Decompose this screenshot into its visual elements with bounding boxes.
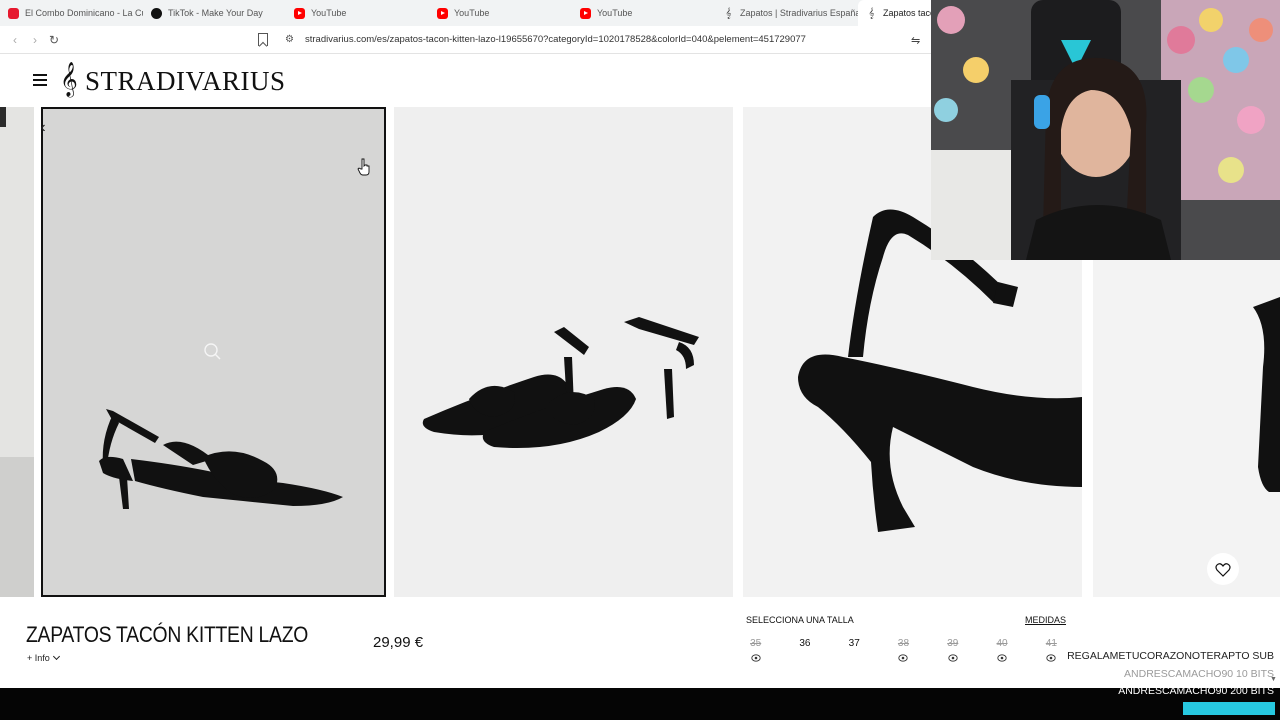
reload-icon[interactable]: ↻ <box>46 32 62 48</box>
size-option[interactable]: 37 <box>830 638 879 662</box>
extension-icon[interactable]: ⇋ <box>911 34 920 47</box>
youtube-icon <box>294 7 305 19</box>
tab-label: TikTok - Make Your Day <box>168 8 263 18</box>
size-number: 41 <box>1045 638 1057 649</box>
size-number: 35 <box>750 638 762 649</box>
browser-tab[interactable]: El Combo Dominicano - La Cu <box>0 0 143 26</box>
tab-label: YouTube <box>597 8 633 18</box>
more-info-toggle[interactable]: + Info <box>27 652 60 663</box>
notify-me-icon[interactable] <box>948 654 958 662</box>
browser-tab[interactable]: YouTube <box>429 0 572 26</box>
webcam-feed-image <box>931 0 1280 260</box>
stradivarius-icon <box>723 8 734 19</box>
browser-tab[interactable]: YouTube <box>572 0 715 26</box>
youtube-icon <box>580 7 591 19</box>
forward-arrow-icon[interactable]: › <box>27 32 43 48</box>
hamburger-menu-icon[interactable] <box>33 74 47 86</box>
size-number: 36 <box>799 638 811 649</box>
notify-me-icon[interactable] <box>750 654 761 662</box>
site-logo[interactable]: STRADIVARIUS <box>85 66 286 97</box>
chevron-left-icon[interactable]: ‹ <box>36 119 50 136</box>
hand-cursor-icon <box>357 158 370 176</box>
tab-label: YouTube <box>311 8 347 18</box>
stream-badge <box>1183 702 1275 715</box>
size-number: 37 <box>848 638 860 649</box>
product-image-pair[interactable] <box>394 107 733 597</box>
chevron-down-icon <box>52 652 60 661</box>
red-app-icon <box>8 7 19 19</box>
browser-tab[interactable]: YouTube <box>286 0 429 26</box>
site-info-icon[interactable]: ⚙ <box>285 35 297 45</box>
product-title: ZAPATOS TACÓN KITTEN LAZO <box>26 622 309 647</box>
gallery-previous-image[interactable] <box>0 107 34 597</box>
stradivarius-icon <box>866 8 877 19</box>
heart-icon <box>1215 562 1231 577</box>
size-guide-link[interactable]: MEDIDAS <box>1025 615 1066 625</box>
tab-label: El Combo Dominicano - La Cu <box>25 8 143 18</box>
shoe-pair-front-image <box>422 317 699 448</box>
tiktok-icon <box>151 7 162 19</box>
size-option[interactable]: 38 <box>879 638 928 662</box>
product-price: 29,99 € <box>373 634 424 651</box>
more-info-label: + Info <box>27 653 50 663</box>
wishlist-button[interactable] <box>1207 553 1239 585</box>
stradivarius-logo-icon[interactable]: 𝄞 <box>60 64 78 96</box>
size-option[interactable]: 39 <box>928 638 977 662</box>
back-arrow-icon[interactable]: ‹ <box>7 32 23 48</box>
size-number: 39 <box>947 638 959 649</box>
size-number: 38 <box>897 638 910 649</box>
scroll-down-icon: ▼ <box>1270 676 1277 683</box>
youtube-icon <box>437 7 448 19</box>
size-option[interactable]: 35 <box>731 638 780 662</box>
notify-me-icon[interactable] <box>898 654 909 662</box>
notify-me-icon[interactable] <box>1046 654 1056 662</box>
url-field[interactable]: stradivarius.com/es/zapatos-tacon-kitten… <box>305 34 806 45</box>
stream-alert: ANDRESCAMACHO90 10 BITS <box>1124 668 1274 680</box>
size-selector-label: SELECCIONA UNA TALLA <box>746 615 854 625</box>
webcam-overlay <box>931 0 1280 260</box>
size-number: 40 <box>996 638 1008 649</box>
notify-me-icon[interactable] <box>997 654 1007 662</box>
stream-alert: ANDRESCAMACHO90 200 BITS <box>1118 685 1274 697</box>
bookmark-icon[interactable] <box>258 33 268 46</box>
size-option[interactable]: 40 <box>977 638 1026 662</box>
stream-alert: REGALAMETUCORAZONOTERAPTO SUB <box>1067 650 1274 662</box>
stream-bottom-bar <box>0 688 1280 720</box>
tab-label: Zapatos | Stradivarius España <box>740 8 858 18</box>
browser-tab[interactable]: Zapatos | Stradivarius España <box>715 0 858 26</box>
browser-tab[interactable]: TikTok - Make Your Day <box>143 0 286 26</box>
tab-label: YouTube <box>454 8 490 18</box>
zoom-search-icon[interactable] <box>204 343 221 360</box>
size-selector: 35 36 37 38 39 40 41 <box>731 638 1076 662</box>
size-option[interactable]: 36 <box>780 638 829 662</box>
